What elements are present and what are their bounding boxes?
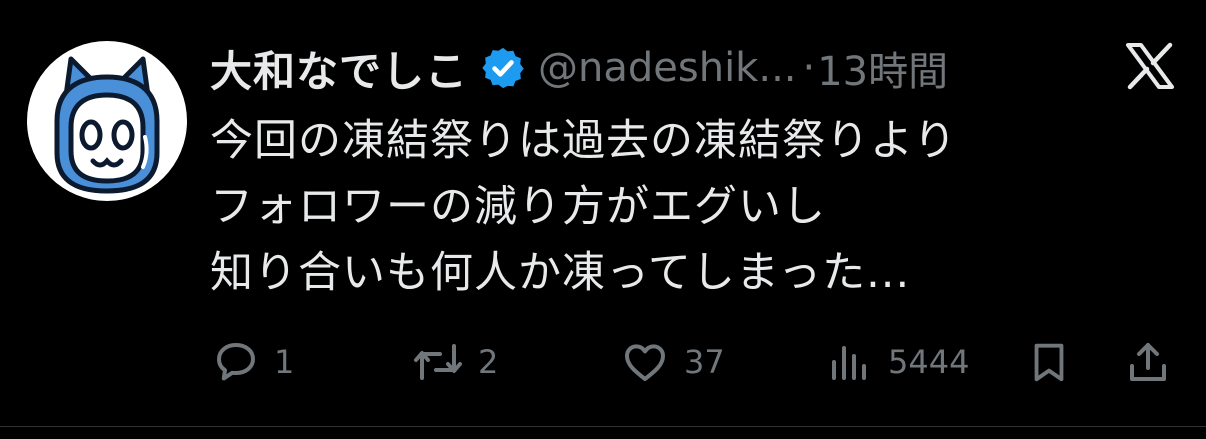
repost-count: 2 [478,343,499,381]
timestamp[interactable]: 13時間 [817,39,948,97]
divider [0,426,1206,427]
tweet-text: 今回の凍結祭りは過去の凍結祭りより フォロワーの減り方がエグいし 知り合いも何人… [210,108,1170,306]
cat-mascot-icon [54,56,160,194]
share-button[interactable] [1124,334,1172,390]
share-upload-icon [1124,338,1172,386]
bookmark-button[interactable] [1026,334,1072,390]
reply-button[interactable]: 1 [212,334,294,390]
heart-icon [620,338,670,386]
views-count: 5444 [888,343,970,381]
x-logo-icon[interactable] [1124,42,1176,90]
tweet-header: 大和なでしこ @nadeshik... · 13時間 [210,36,1110,100]
bookmark-icon [1026,338,1072,386]
action-bar: 1 2 37 5444 [212,334,1182,390]
display-name[interactable]: 大和なでしこ [210,38,468,99]
speech-bubble-icon [212,338,260,386]
user-handle[interactable]: @nadeshik... [538,45,796,91]
tweet-text-line: 今回の凍結祭りは過去の凍結祭りより [210,116,958,166]
views-button[interactable]: 5444 [826,334,969,390]
repost-arrows-icon [412,338,464,386]
tweet-card[interactable]: 大和なでしこ @nadeshik... · 13時間 今回の凍結祭りは過去の凍結… [0,0,1206,439]
avatar[interactable] [27,41,187,201]
repost-button[interactable]: 2 [412,334,498,390]
bar-chart-icon [826,338,874,386]
like-button[interactable]: 37 [620,334,725,390]
tweet-text-line: 知り合いも何人か凍ってしまった... [210,248,911,298]
tweet-text-line: フォロワーの減り方がエグいし [210,182,826,232]
like-count: 37 [684,343,725,381]
separator-dot: · [802,45,816,91]
verified-badge-icon [480,45,526,91]
reply-count: 1 [274,343,295,381]
